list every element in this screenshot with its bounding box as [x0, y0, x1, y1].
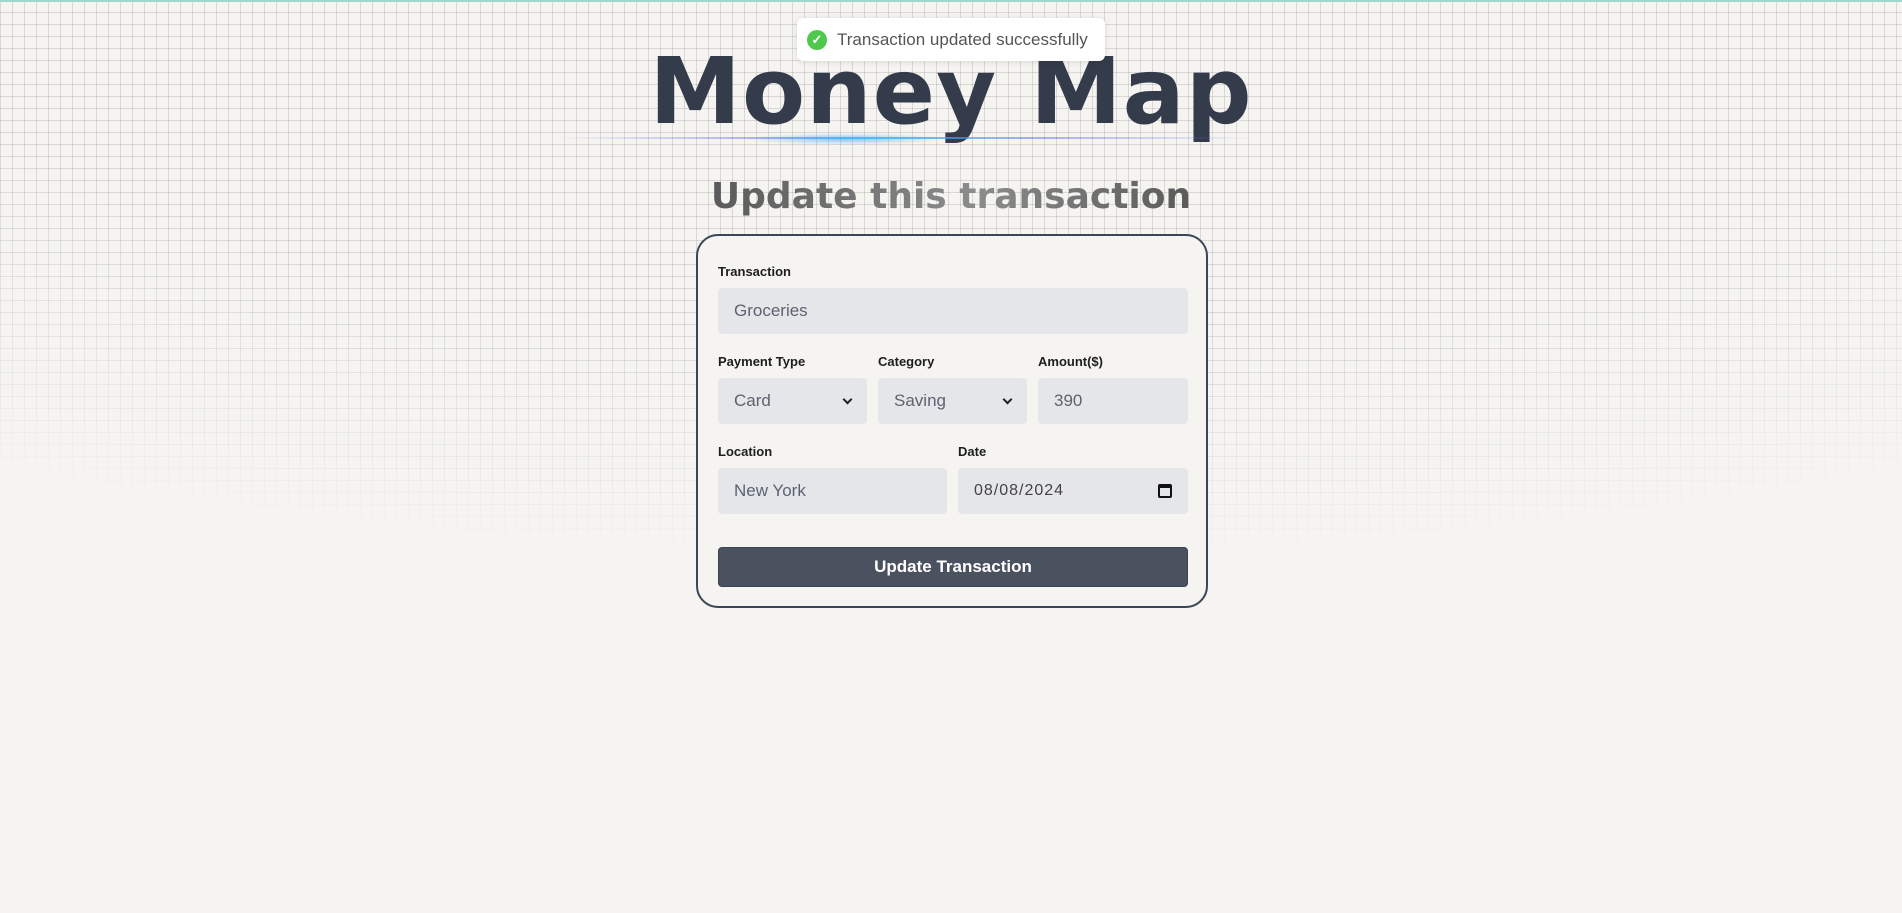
success-toast[interactable]: ✓ Transaction updated successfully — [797, 18, 1105, 61]
date-label: Date — [958, 444, 987, 459]
update-transaction-button[interactable]: Update Transaction — [718, 547, 1188, 587]
date-value: 08/08/2024 — [974, 482, 1065, 499]
category-select[interactable]: Saving — [878, 378, 1027, 424]
location-value: New York — [734, 481, 806, 500]
location-input[interactable]: New York — [718, 468, 947, 514]
top-accent-line — [0, 0, 1902, 2]
transaction-label: Transaction — [718, 264, 791, 279]
transaction-form: Transaction Groceries Payment Type Card … — [696, 234, 1208, 608]
title-underline — [555, 137, 1255, 139]
transaction-input[interactable]: Groceries — [718, 288, 1188, 334]
toast-message: Transaction updated successfully — [837, 29, 1088, 49]
category-value: Saving — [894, 391, 946, 410]
chevron-down-icon — [1002, 394, 1013, 404]
payment-type-value: Card — [734, 391, 771, 410]
location-label: Location — [718, 444, 773, 459]
amount-value: 390 — [1054, 391, 1083, 410]
amount-label: Amount($) — [1038, 354, 1103, 369]
page-subtitle: Update this transaction — [0, 176, 1902, 217]
category-label: Category — [878, 354, 935, 369]
payment-type-label: Payment Type — [718, 354, 806, 369]
title-glow — [745, 133, 945, 145]
chevron-down-icon — [842, 394, 853, 404]
date-input[interactable]: 08/08/2024 — [958, 468, 1188, 514]
transaction-value: Groceries — [734, 301, 808, 320]
check-circle-icon: ✓ — [807, 29, 827, 50]
payment-type-select[interactable]: Card — [718, 378, 867, 424]
page-subtitle-text: Update this transaction — [710, 176, 1192, 217]
amount-input[interactable]: 390 — [1038, 378, 1188, 424]
calendar-icon[interactable] — [1158, 484, 1172, 498]
